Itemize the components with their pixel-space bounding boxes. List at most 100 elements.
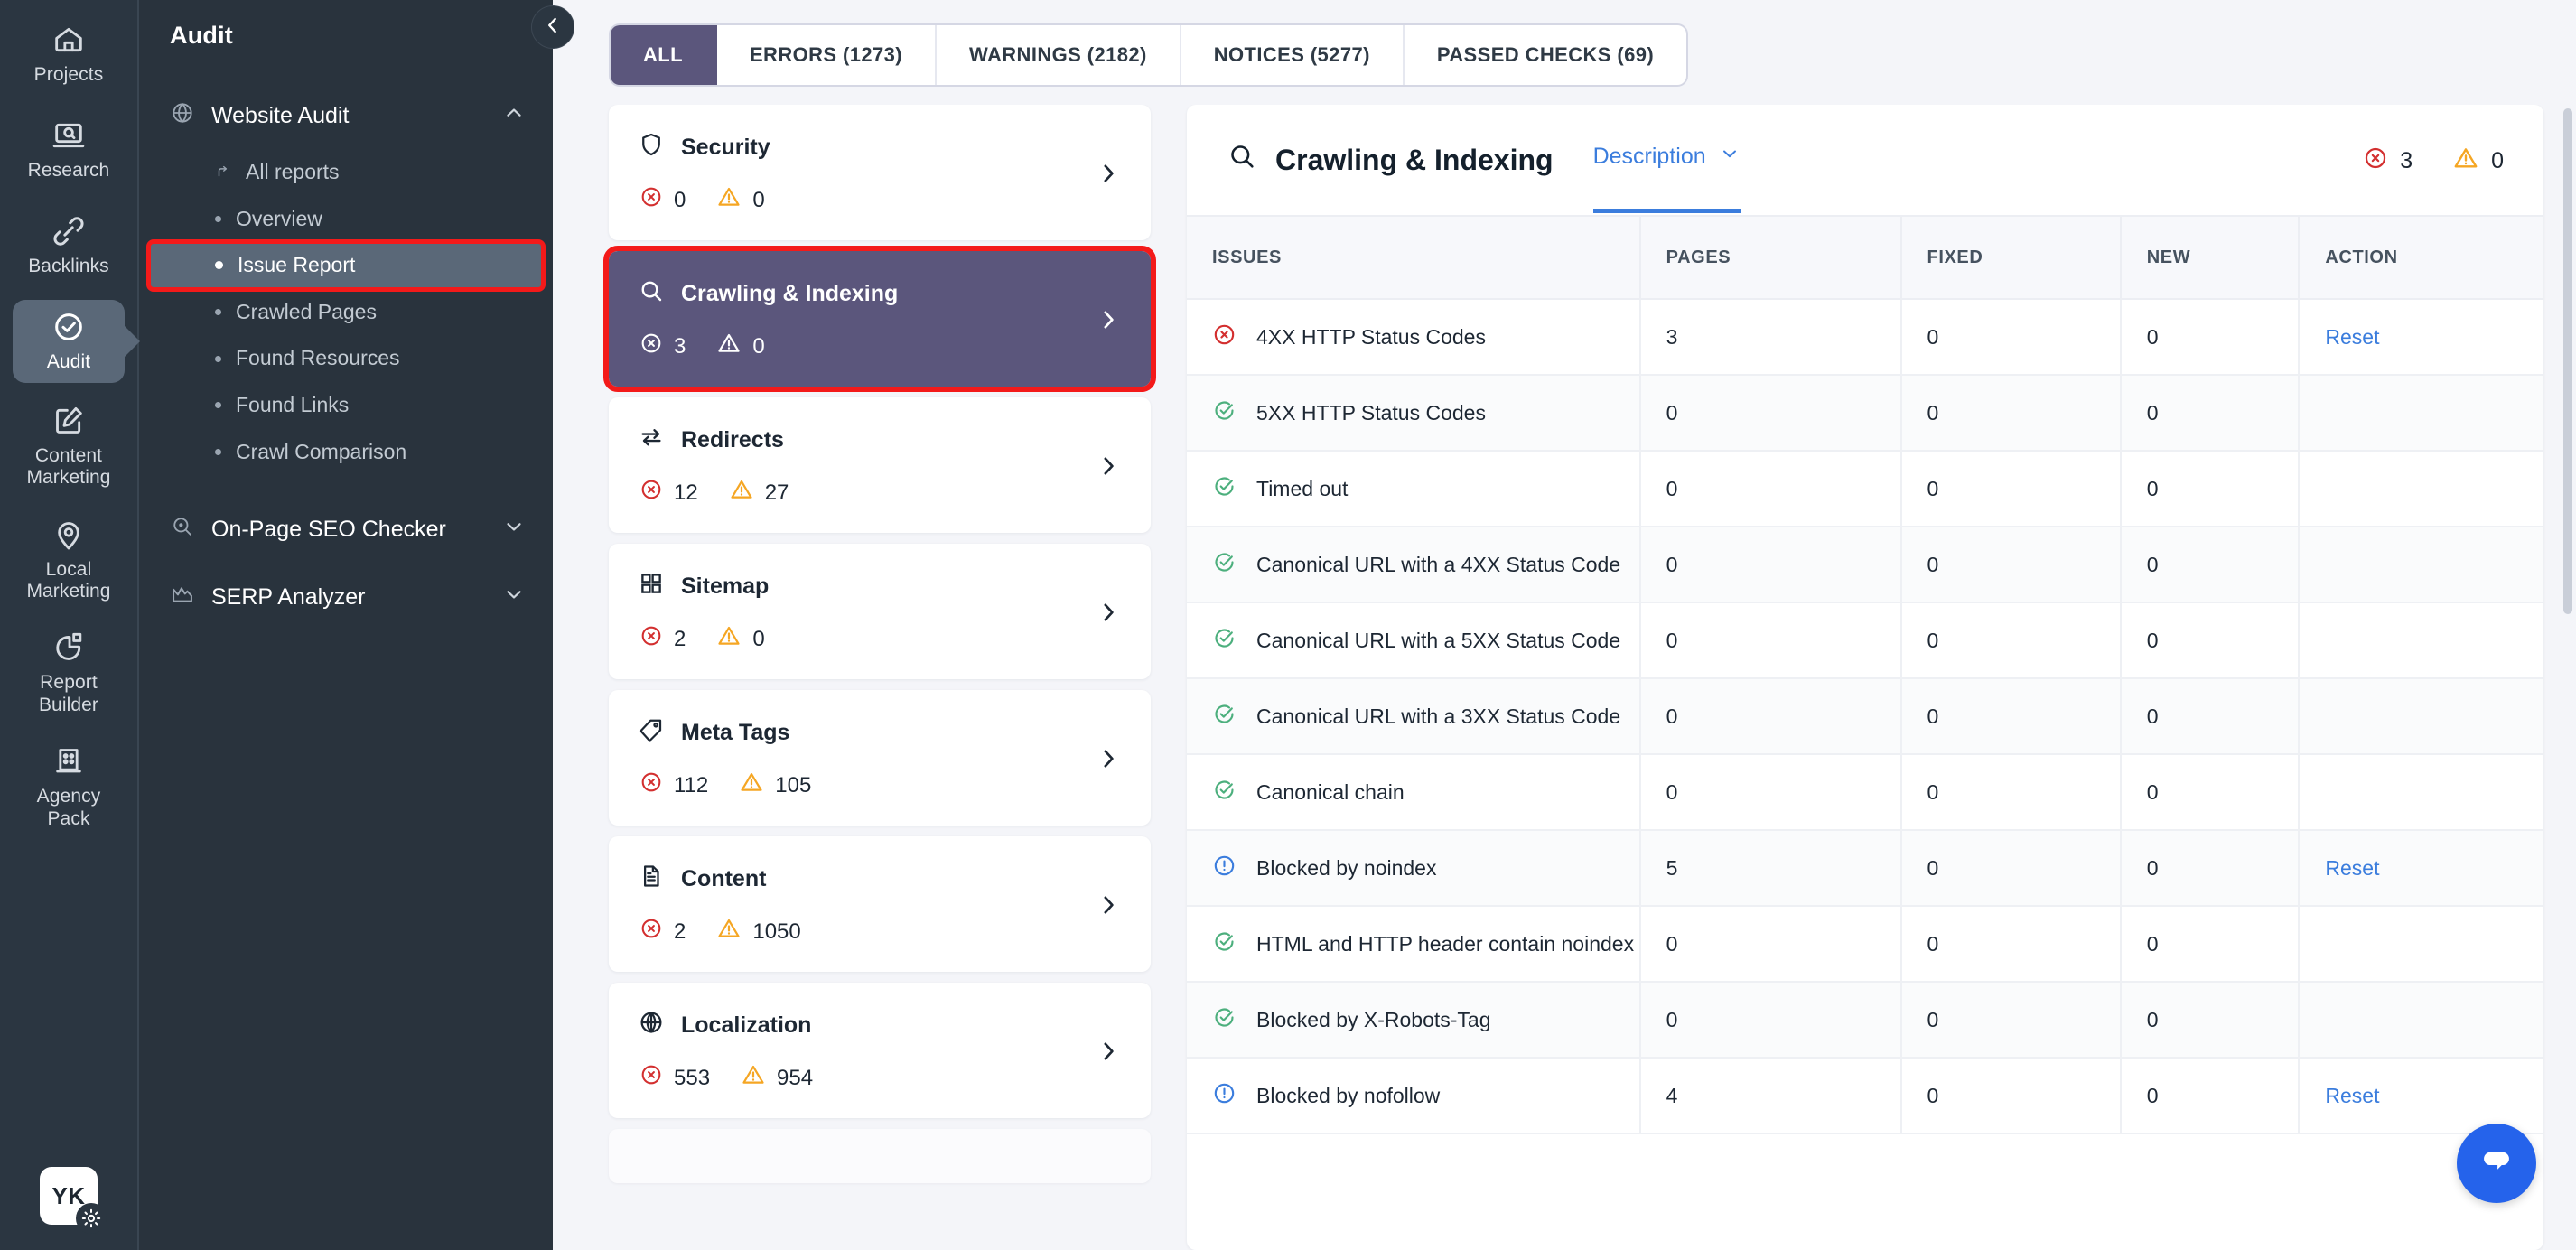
error-circle-icon xyxy=(639,331,663,361)
rail-item-agency-pack[interactable]: Agency Pack xyxy=(13,736,125,837)
category-card-sitemap[interactable]: Sitemap 2 0 xyxy=(609,544,1151,679)
sidebar-collapse-button[interactable] xyxy=(531,5,574,49)
sidebar-group-header-onpage-seo-checker[interactable]: On-Page SEO Checker xyxy=(139,505,553,553)
globe-icon xyxy=(638,1009,665,1042)
notice-info-icon xyxy=(1212,1081,1237,1111)
rail-item-report-builder[interactable]: Report Builder xyxy=(13,622,125,723)
category-card-security[interactable]: Security 0 0 xyxy=(609,105,1151,240)
table-row[interactable]: Canonical URL with a 4XX Status Code 0 0… xyxy=(1187,527,2543,603)
category-card-partial[interactable] xyxy=(609,1129,1151,1183)
table-row[interactable]: Canonical URL with a 3XX Status Code 0 0… xyxy=(1187,678,2543,755)
reset-button[interactable]: Reset xyxy=(2325,1084,2379,1107)
cell-fixed: 0 xyxy=(1900,375,2122,452)
issues-table: ISSUES PAGES FIXED NEW ACTION 4XX HTTP S… xyxy=(1187,215,2543,1134)
magnifier-icon xyxy=(1227,141,1257,179)
passed-check-icon xyxy=(1212,626,1237,656)
sidebar-item-overview[interactable]: Overview xyxy=(150,197,542,242)
rail-item-local-marketing[interactable]: Local Marketing xyxy=(13,509,125,611)
tab-description[interactable]: Description xyxy=(1592,143,1741,213)
sidebar-group-header-serp-analyzer[interactable]: SERP Analyzer xyxy=(139,573,553,620)
card-body: Security 0 0 xyxy=(638,131,1095,216)
cell-pages: 4 xyxy=(1639,1058,1902,1134)
category-card-redirects[interactable]: Redirects 12 27 xyxy=(609,397,1151,533)
sidebar-item-all-reports[interactable]: All reports xyxy=(150,150,542,195)
column-header-fixed[interactable]: FIXED xyxy=(1900,215,2122,300)
sidebar-group-header-website-audit[interactable]: Website Audit xyxy=(139,91,553,139)
chevron-right-icon[interactable] xyxy=(1095,452,1122,480)
card-warning-stat: 105 xyxy=(739,770,811,801)
table-row[interactable]: HTML and HTTP header contain noindex 0 0… xyxy=(1187,906,2543,983)
chevron-right-icon[interactable] xyxy=(1095,745,1122,772)
card-title-row: Sitemap xyxy=(638,570,1095,603)
pie-chart-icon xyxy=(51,630,87,666)
sidebar-group-onpage-seo-checker: On-Page SEO Checker xyxy=(139,505,553,553)
chevron-right-icon[interactable] xyxy=(1095,599,1122,626)
sidebar-item-found-links[interactable]: Found Links xyxy=(150,383,542,428)
tab-passed-checks[interactable]: PASSED CHECKS (69) xyxy=(1405,25,1686,85)
issue-name: Canonical URL with a 5XX Status Code xyxy=(1256,628,1621,652)
sidebar-item-issue-report[interactable]: Issue Report xyxy=(146,239,546,292)
cell-action xyxy=(2299,602,2543,679)
card-warning-stat: 0 xyxy=(716,623,765,655)
chevron-down-icon[interactable] xyxy=(502,515,526,543)
column-header-new[interactable]: NEW xyxy=(2120,215,2301,300)
table-row[interactable]: Canonical URL with a 5XX Status Code 0 0… xyxy=(1187,602,2543,679)
avatar[interactable]: YK xyxy=(40,1167,107,1234)
tab-all[interactable]: ALL xyxy=(611,25,717,85)
tab-errors[interactable]: ERRORS (1273) xyxy=(717,25,937,85)
chevron-right-icon[interactable] xyxy=(1095,160,1122,187)
table-row[interactable]: Canonical chain 0 0 0 xyxy=(1187,754,2543,831)
chevron-right-icon[interactable] xyxy=(1095,306,1122,333)
reset-button[interactable]: Reset xyxy=(2325,325,2379,349)
error-circle-icon xyxy=(2363,145,2388,177)
card-stats: 2 1050 xyxy=(638,916,1095,947)
rail-label: Audit xyxy=(46,351,91,373)
chevron-up-icon[interactable] xyxy=(502,101,526,129)
rail-label: Content Marketing xyxy=(26,445,111,489)
cell-fixed: 0 xyxy=(1900,754,2122,831)
category-card-crawling-indexing[interactable]: Crawling & Indexing 3 0 xyxy=(603,246,1156,392)
cell-action xyxy=(2299,906,2543,983)
reset-button[interactable]: Reset xyxy=(2325,856,2379,880)
table-row[interactable]: Blocked by nofollow 4 0 0 Reset xyxy=(1187,1058,2543,1134)
cell-pages: 5 xyxy=(1639,830,1902,907)
tab-warnings[interactable]: WARNINGS (2182) xyxy=(937,25,1181,85)
building-icon xyxy=(51,743,87,779)
settings-gear-icon[interactable] xyxy=(76,1203,107,1234)
rail-item-research[interactable]: Research xyxy=(13,108,125,191)
table-row[interactable]: Blocked by X-Robots-Tag 0 0 0 xyxy=(1187,982,2543,1059)
category-card-localization[interactable]: Localization 553 954 xyxy=(609,983,1151,1118)
sidebar-item-crawl-comparison[interactable]: Crawl Comparison xyxy=(150,430,542,475)
page-scrollbar[interactable] xyxy=(2563,108,2572,614)
sidebar-item-found-resources[interactable]: Found Resources xyxy=(150,336,542,381)
table-row[interactable]: Timed out 0 0 0 xyxy=(1187,451,2543,527)
table-row[interactable]: Blocked by noindex 5 0 0 Reset xyxy=(1187,830,2543,907)
column-header-issues[interactable]: ISSUES xyxy=(1187,215,1641,300)
sidebar-item-crawled-pages[interactable]: Crawled Pages xyxy=(150,290,542,335)
rail-label: Report Builder xyxy=(38,672,99,715)
chevron-right-icon[interactable] xyxy=(1095,891,1122,919)
chevron-down-icon[interactable] xyxy=(502,583,526,611)
rail-item-audit[interactable]: Audit xyxy=(13,300,125,383)
column-header-pages[interactable]: PAGES xyxy=(1639,215,1902,300)
rail-item-content-marketing[interactable]: Content Marketing xyxy=(13,396,125,497)
cell-pages: 0 xyxy=(1639,906,1902,983)
chevron-right-icon[interactable] xyxy=(1095,1038,1122,1065)
bullet-dot-icon xyxy=(215,448,221,455)
cell-pages: 0 xyxy=(1639,602,1902,679)
warning-triangle-icon xyxy=(716,916,742,947)
table-row[interactable]: 4XX HTTP Status Codes 3 0 0 Reset xyxy=(1187,299,2543,376)
rail-item-backlinks[interactable]: Backlinks xyxy=(13,204,125,287)
table-row[interactable]: 5XX HTTP Status Codes 0 0 0 xyxy=(1187,375,2543,452)
rail-item-projects[interactable]: Projects xyxy=(13,13,125,96)
passed-check-icon xyxy=(1212,398,1237,428)
category-card-meta-tags[interactable]: Meta Tags 112 105 xyxy=(609,690,1151,826)
category-card-content[interactable]: Content 2 1050 xyxy=(609,836,1151,972)
tab-notices[interactable]: NOTICES (5277) xyxy=(1181,25,1405,85)
main-content: ALL ERRORS (1273) WARNINGS (2182) NOTICE… xyxy=(553,0,2576,1250)
cell-issue: 4XX HTTP Status Codes xyxy=(1187,299,1641,376)
document-icon xyxy=(638,863,665,896)
card-error-stat: 0 xyxy=(639,185,686,215)
cell-pages: 0 xyxy=(1639,678,1902,755)
chat-support-button[interactable] xyxy=(2457,1124,2536,1203)
